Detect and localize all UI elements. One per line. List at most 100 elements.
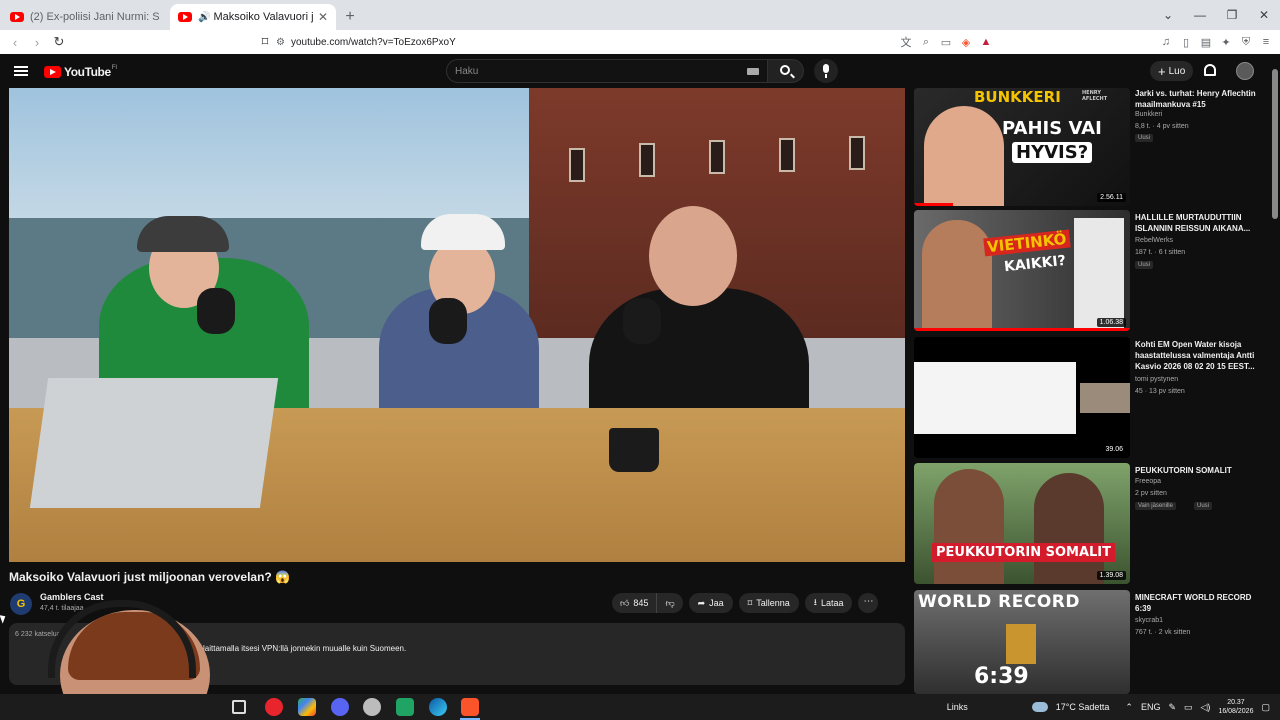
system-tray: Links 17°C Sadetta ⌃ ENG ✎ ▭ ◁) 20.37 16… [947, 694, 1270, 720]
forward-button[interactable]: › [26, 35, 48, 50]
weather-text[interactable]: 17°C Sadetta [1056, 702, 1110, 712]
recommendation-thumbnail[interactable]: PEUKKUTORIN SOMALIT 1.39.08 [914, 463, 1130, 584]
thumbnail-text: KAIKKI? [1003, 252, 1067, 276]
search-button[interactable] [768, 59, 804, 83]
brave-shield-icon[interactable]: ◈ [958, 36, 974, 49]
restore-button[interactable]: ❐ [1216, 8, 1248, 22]
thumbs-up-icon: 👍︎ [620, 597, 630, 608]
discord-icon[interactable] [331, 698, 349, 716]
account-avatar[interactable] [1236, 62, 1254, 80]
bookmark-icon[interactable]: ⌑ [254, 34, 276, 50]
recommendation-title[interactable]: Kohti EM Open Water kisoja haastatteluss… [1135, 339, 1263, 372]
language-indicator[interactable]: ENG [1141, 702, 1161, 712]
minimize-button[interactable]: — [1184, 8, 1216, 22]
download-button[interactable]: ⭳ Lataa [804, 593, 853, 613]
youtube-logo[interactable]: YouTube FI [44, 65, 117, 79]
wallet-icon[interactable]: ▤ [1198, 36, 1214, 49]
volume-icon[interactable]: ◁) [1201, 702, 1211, 713]
browser-menu-icon[interactable]: ≡ [1258, 36, 1274, 48]
photos-icon[interactable] [298, 698, 316, 716]
recommendation-item[interactable]: BUNKKERI HENRY AFLECHT PAHIS VAI HYVIS? … [914, 88, 1264, 206]
zoom-icon[interactable]: ⌕ [918, 36, 934, 49]
save-button[interactable]: ⌑ Tallenna [738, 593, 799, 613]
recommendation-channel[interactable]: Bunkkeri [1135, 111, 1162, 118]
recommendation-thumbnail[interactable]: WORLD RECORD 6:39 [914, 590, 1130, 694]
notifications-icon[interactable]: ▢ [1261, 702, 1270, 713]
more-actions-button[interactable]: ⋯ [858, 593, 879, 613]
media-icon[interactable]: ♫ [1158, 36, 1174, 48]
page-scrollbar[interactable] [1270, 55, 1280, 695]
recommendation-channel[interactable]: tomi pystynen [1135, 376, 1178, 383]
hamburger-menu-icon[interactable] [14, 66, 28, 76]
create-label: Luo [1168, 65, 1186, 77]
like-dislike-group: 👍︎ 845 👎︎ [612, 593, 683, 613]
tab-close-icon[interactable]: ✕ [318, 10, 328, 24]
recommendation-item[interactable]: PEUKKUTORIN SOMALIT 1.39.08 PEUKKUTORIN … [914, 463, 1264, 584]
tray-chevron-icon[interactable]: ⌃ [1125, 702, 1133, 713]
create-button[interactable]: + Luo [1150, 61, 1194, 81]
recommendation-title[interactable]: MINECRAFT WORLD RECORD 6:39 [1135, 592, 1263, 614]
spreadsheet-icon[interactable] [396, 698, 414, 716]
edge-icon[interactable] [429, 698, 447, 716]
dislike-button[interactable]: 👎︎ [657, 598, 682, 609]
thumbnail-text: BUNKKERI [974, 88, 1061, 106]
translate-icon[interactable]: 文 [898, 34, 914, 50]
brave-rewards-icon[interactable]: ▲ [978, 36, 994, 48]
new-tab-button[interactable]: + [336, 4, 364, 30]
youtube-favicon-icon [10, 12, 24, 22]
cast-icon[interactable]: ▭ [938, 36, 954, 49]
clock[interactable]: 20.37 16/08/2026 [1218, 698, 1253, 716]
thumbnail-person [934, 469, 1004, 584]
recommendation-channel[interactable]: RebelWerks [1135, 237, 1173, 244]
notifications-bell-icon[interactable] [1204, 64, 1216, 76]
site-info-icon[interactable]: ⚙ [276, 37, 285, 48]
recommendation-channel[interactable]: skycrab1 [1135, 617, 1163, 624]
pen-icon[interactable]: ✎ [1168, 702, 1176, 713]
browser-tab-2[interactable]: 🔊 Maksoiko Valavuori just milj ✕ [170, 4, 336, 30]
vpn-icon[interactable]: ⛨ [1238, 36, 1254, 49]
thumbnail-door [1074, 218, 1124, 328]
scrollbar-thumb[interactable] [1272, 69, 1278, 219]
tab-search-button[interactable]: ⌄ [1152, 8, 1184, 22]
keyboard-icon[interactable] [747, 68, 759, 75]
video-player[interactable] [9, 88, 905, 562]
recommendation-title[interactable]: PEUKKUTORIN SOMALIT [1135, 465, 1263, 476]
task-view-icon[interactable] [232, 700, 246, 714]
recommendation-item[interactable]: VIETINKÖ KAIKKI? 1.06.38 HALLILLE MURTAU… [914, 210, 1264, 331]
brave-icon[interactable] [461, 698, 479, 716]
leo-icon[interactable]: ✦ [1218, 36, 1234, 49]
share-button[interactable]: ➦ Jaa [688, 593, 733, 613]
recommendation-channel[interactable]: Freeopa [1135, 478, 1161, 485]
recommendation-meta: 767 t. · 2 vk sitten [1135, 629, 1191, 636]
links-toolbar[interactable]: Links [947, 702, 968, 712]
streamer-headset [48, 600, 196, 678]
browser-toolbar: ‹ › ↻ ⌑ ⚙ youtube.com/watch?v=ToEzox6Pxo… [0, 30, 1280, 54]
youtube-wordmark: YouTube [64, 65, 111, 79]
recommendation-title[interactable]: Jarki vs. turhat: Henry Aflechtin maailm… [1135, 88, 1263, 110]
recommendation-thumbnail[interactable]: VIETINKÖ KAIKKI? 1.06.38 [914, 210, 1130, 331]
browser-tab-1[interactable]: (2) Ex-poliisi Jani Nurmi: Suomen pi [2, 4, 168, 30]
building-window [569, 148, 585, 182]
network-icon[interactable]: ▭ [1184, 702, 1193, 713]
recommendation-item[interactable]: WORLD RECORD 6:39 MINECRAFT WORLD RECORD… [914, 590, 1264, 694]
close-button[interactable]: ✕ [1248, 8, 1280, 22]
recommendation-title[interactable]: HALLILLE MURTAUDUTTIIN ISLANNIN REISSUN … [1135, 212, 1263, 234]
voice-search-button[interactable] [814, 59, 838, 83]
coffee-mug [609, 428, 659, 472]
extension-icons: 文 ⌕ ▭ ◈ ▲ ♫ ▯ ▤ ✦ ⛨ ≡ [898, 30, 1274, 54]
clock-time: 20.37 [1227, 699, 1245, 706]
like-button[interactable]: 👍︎ 845 [612, 593, 658, 613]
recommendation-item[interactable]: 39.06 Kohti EM Open Water kisoja haastat… [914, 337, 1264, 458]
steam-icon[interactable] [363, 698, 381, 716]
sidebar-icon[interactable]: ▯ [1178, 36, 1194, 49]
recommendation-thumbnail[interactable]: BUNKKERI HENRY AFLECHT PAHIS VAI HYVIS? … [914, 88, 1130, 206]
thumbnail-text: 6:39 [974, 664, 1029, 689]
reload-button[interactable]: ↻ [48, 34, 70, 50]
search-input[interactable] [447, 60, 727, 82]
microphone [429, 298, 467, 344]
thumbnail-person [922, 220, 992, 331]
address-bar[interactable]: ⚙ youtube.com/watch?v=ToEzox6PxoY [276, 32, 896, 52]
opera-icon[interactable] [265, 698, 283, 716]
recommendation-thumbnail[interactable]: 39.06 [914, 337, 1130, 458]
back-button[interactable]: ‹ [4, 35, 26, 50]
